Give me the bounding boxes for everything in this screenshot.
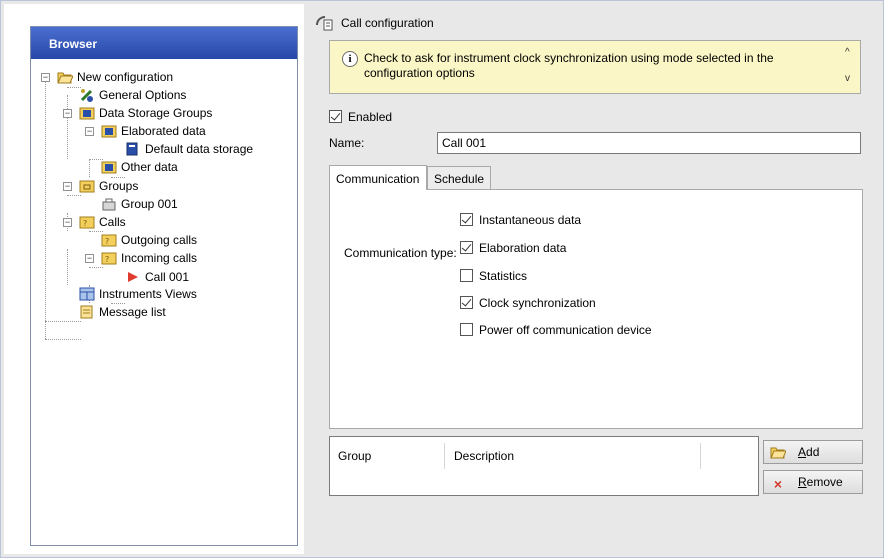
expand-elaborated-data[interactable]: − — [85, 127, 94, 136]
group-icon — [102, 198, 116, 211]
hint-text: Check to ask for instrument clock synchr… — [364, 51, 774, 80]
config-tree: − − − − − − New configuration General Op… — [31, 59, 297, 539]
data-storage-icon — [126, 142, 138, 156]
tree-node-elaborated-data[interactable]: Elaborated data — [101, 122, 206, 140]
folder-open-icon — [57, 72, 73, 84]
instruments-view-icon — [79, 287, 95, 301]
hint-scrollbar[interactable]: ^ v — [844, 45, 856, 89]
tree-node-instruments-views[interactable]: Instruments Views — [79, 285, 197, 303]
expand-calls[interactable]: − — [63, 218, 72, 227]
svg-text:?: ? — [105, 237, 109, 246]
storage-folder-icon — [101, 125, 117, 138]
grid-header-group[interactable]: Group — [332, 445, 371, 467]
scroll-down-icon[interactable]: v — [845, 73, 850, 84]
enabled-checkbox-row[interactable]: Enabled — [329, 110, 392, 124]
add-button[interactable]: Add — [763, 440, 863, 464]
communication-tab-panel: Communication type: Instantaneous data E… — [329, 189, 863, 429]
tree-node-groups[interactable]: Groups — [79, 177, 138, 195]
statistics-checkbox[interactable] — [460, 269, 473, 282]
tree-node-data-storage-groups[interactable]: Data Storage Groups — [79, 104, 212, 122]
svg-text:?: ? — [105, 255, 109, 264]
tree-node-incoming-calls[interactable]: ? Incoming calls — [101, 249, 197, 267]
options-icon — [80, 89, 93, 102]
option-instantaneous-data[interactable]: Instantaneous data — [460, 212, 581, 228]
storage-folder-icon — [79, 107, 95, 120]
option-elaboration-data[interactable]: Elaboration data — [460, 240, 566, 256]
tree-node-group-001[interactable]: Group 001 — [101, 195, 178, 213]
call-config-icon — [316, 16, 333, 31]
enabled-checkbox[interactable] — [329, 110, 342, 123]
browser-title: Browser — [31, 27, 297, 59]
calls-folder-icon: ? — [101, 252, 117, 265]
communication-type-label: Communication type: — [344, 246, 457, 260]
tree-node-message-list[interactable]: Message list — [79, 303, 166, 321]
expand-groups[interactable]: − — [63, 182, 72, 191]
tree-node-default-data-storage[interactable]: Default data storage — [125, 140, 253, 158]
tree-node-outgoing-calls[interactable]: ? Outgoing calls — [101, 231, 197, 249]
call-arrow-icon — [128, 272, 138, 282]
elaboration-data-checkbox[interactable] — [460, 241, 473, 254]
storage-folder-icon — [101, 161, 117, 174]
tree-node-call-001[interactable]: Call 001 — [125, 268, 189, 286]
tree-node-general-options[interactable]: General Options — [79, 86, 186, 104]
expand-data-storage-groups[interactable]: − — [63, 109, 72, 118]
tab-communication[interactable]: Communication — [329, 165, 427, 190]
option-clock-synchronization[interactable]: Clock synchronization — [460, 295, 596, 311]
power-off-checkbox[interactable] — [460, 323, 473, 336]
panel-title-row: Call configuration — [315, 14, 434, 32]
tree-node-new-configuration[interactable]: New configuration — [57, 68, 173, 86]
info-icon: i — [342, 51, 358, 67]
tree-node-calls[interactable]: ? Calls — [79, 213, 126, 231]
svg-text:?: ? — [83, 219, 87, 228]
name-field[interactable]: Call 001 — [437, 132, 861, 154]
option-statistics[interactable]: Statistics — [460, 268, 527, 284]
option-power-off-communication-device[interactable]: Power off communication device — [460, 322, 652, 338]
enabled-label: Enabled — [348, 110, 393, 124]
remove-button[interactable]: × Remove — [763, 470, 863, 494]
groups-grid[interactable]: Group Description — [329, 436, 759, 496]
message-list-icon — [80, 305, 93, 319]
expand-incoming-calls[interactable]: − — [85, 254, 94, 263]
groups-folder-icon — [79, 180, 95, 193]
folder-open-icon — [770, 447, 786, 459]
grid-header-description[interactable]: Description — [448, 445, 514, 467]
tab-schedule[interactable]: Schedule — [427, 166, 491, 190]
scroll-up-icon[interactable]: ^ — [845, 47, 850, 58]
calls-folder-icon: ? — [101, 234, 117, 247]
close-icon: × — [773, 476, 783, 492]
expand-new-configuration[interactable]: − — [41, 73, 50, 82]
tree-node-other-data[interactable]: Other data — [101, 158, 178, 176]
calls-folder-icon: ? — [79, 216, 95, 229]
app-window: Browser − − − − − − New configuration Ge… — [0, 0, 884, 558]
right-pane: Call configuration i Check to ask for ins… — [305, 4, 881, 554]
clock-synchronization-checkbox[interactable] — [460, 296, 473, 309]
browser-panel: Browser − − − − − − New configuration Ge… — [30, 26, 298, 546]
name-label: Name: — [329, 136, 365, 150]
left-pane: Browser − − − − − − New configuration Ge… — [4, 4, 304, 554]
panel-title: Call configuration — [341, 16, 434, 30]
instantaneous-data-checkbox[interactable] — [460, 213, 473, 226]
hint-box: i Check to ask for instrument clock synch… — [329, 40, 861, 94]
